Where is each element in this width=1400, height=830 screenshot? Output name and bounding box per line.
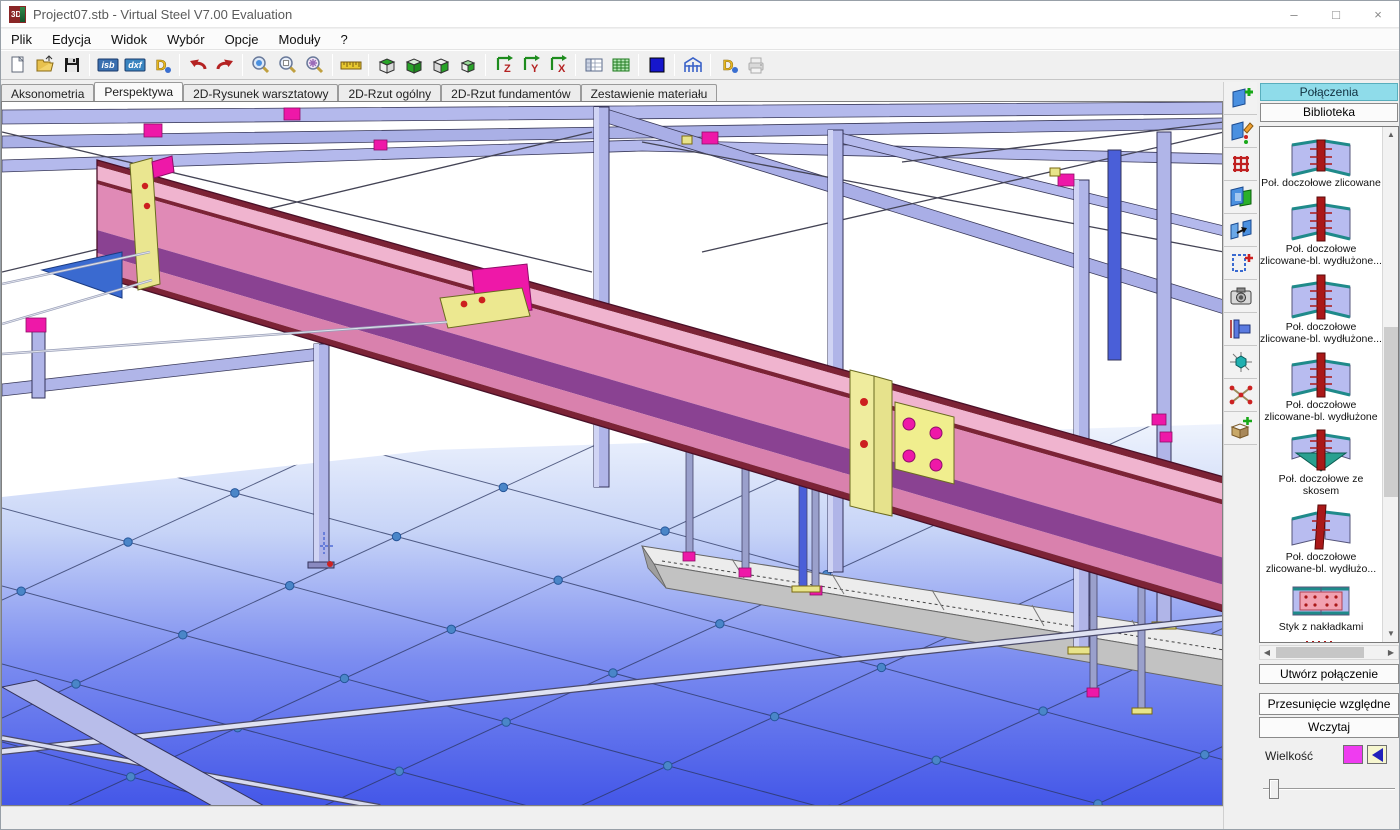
maximize-button[interactable]: □ [1315, 1, 1357, 27]
library-item-5[interactable]: Poł. doczołowe ze skosem [1260, 423, 1382, 497]
connection-library-list: Poł. doczołowe zlicowane Poł. doczołowe … [1259, 126, 1399, 643]
window-title: Project07.stb - Virtual Steel V7.00 Eval… [33, 7, 292, 22]
table-plain-icon[interactable] [580, 52, 607, 78]
library-item-6[interactable]: Poł. doczołowe zlicowane-bl. wydłużo... [1260, 497, 1382, 575]
background-color-icon[interactable] [643, 52, 670, 78]
minimize-button[interactable]: – [1273, 1, 1315, 27]
library-item-4[interactable]: Poł. doczołowe zlicowane-bl. wydłużone [1260, 345, 1382, 423]
add-element-icon[interactable] [1224, 82, 1257, 115]
view-plane-z-icon[interactable]: Z [490, 52, 517, 78]
magenta-color-swatch[interactable] [1343, 745, 1363, 764]
size-slider[interactable] [1263, 779, 1395, 799]
svg-text:Y: Y [531, 63, 539, 75]
polaczenia-button[interactable]: Połączenia [1260, 83, 1398, 101]
library-item-2[interactable]: Poł. doczołowe zlicowane-bl. wydłużone..… [1260, 189, 1382, 267]
tab-2d-rzut-fundamentow[interactable]: 2D-Rzut fundamentów [441, 84, 580, 101]
export-dxf-icon[interactable]: dxf [121, 52, 148, 78]
status-bar [1, 806, 1223, 830]
bracing-icon[interactable] [1224, 379, 1257, 412]
node-icon[interactable] [1224, 346, 1257, 379]
copy-element-icon[interactable] [1224, 181, 1257, 214]
scroll-right-icon[interactable]: ▶ [1384, 646, 1398, 659]
library-item-8[interactable] [1260, 633, 1382, 643]
zoom-out-icon[interactable] [274, 52, 301, 78]
wielkosc-label: Wielkość [1265, 749, 1313, 763]
scroll-down-icon[interactable]: ▼ [1383, 626, 1399, 642]
close-button[interactable]: × [1357, 1, 1399, 27]
connection-plate-icon[interactable] [1224, 313, 1257, 346]
table-green-icon[interactable] [607, 52, 634, 78]
measure-ruler-icon[interactable] [337, 52, 364, 78]
tab-2d-rysunek-warsztatowy[interactable]: 2D-Rysunek warsztatowy [183, 84, 338, 101]
edit-element-icon[interactable] [1224, 115, 1257, 148]
arrow-color-swatch[interactable] [1367, 745, 1387, 764]
view-cube-side-icon[interactable] [427, 52, 454, 78]
add-detail-icon[interactable] [1224, 247, 1257, 280]
undo-icon[interactable] [184, 52, 211, 78]
przesuniecie-wzgledne-button[interactable]: Przesunięcie względne [1259, 693, 1399, 715]
library-item-7[interactable]: Styk z nakładkami [1260, 575, 1382, 633]
utworz-polaczenie-button[interactable]: Utwórz połączenie [1259, 664, 1399, 684]
menu-bar: Plik Edycja Widok Wybór Opcje Moduły ? [1, 29, 1399, 50]
grid-icon[interactable] [1224, 148, 1257, 181]
menu-opcje[interactable]: Opcje [215, 30, 269, 49]
new-file-icon[interactable] [4, 52, 31, 78]
save-icon[interactable] [58, 52, 85, 78]
library-item-3[interactable]: Poł. doczołowe zlicowane-bl. wydłużone..… [1260, 267, 1382, 345]
snapshot-camera-icon[interactable] [1224, 280, 1257, 313]
add-object-icon[interactable] [1224, 412, 1257, 445]
tab-perspektywa[interactable]: Perspektywa [94, 82, 183, 101]
zoom-extents-icon[interactable] [301, 52, 328, 78]
menu-wybor[interactable]: Wybór [157, 30, 214, 49]
app-icon: 3D [9, 6, 26, 23]
svg-text:isb: isb [101, 60, 115, 70]
svg-text:D: D [722, 57, 733, 74]
app-window: 3D Project07.stb - Virtual Steel V7.00 E… [0, 0, 1400, 830]
side-toolbar [1223, 82, 1257, 830]
svg-text:D: D [155, 57, 166, 74]
print-icon[interactable] [742, 52, 769, 78]
menu-help[interactable]: ? [330, 30, 357, 49]
menu-widok[interactable]: Widok [101, 30, 157, 49]
svg-text:Z: Z [504, 63, 511, 75]
menu-moduly[interactable]: Moduły [269, 30, 331, 49]
view-cube-iso-icon[interactable] [454, 52, 481, 78]
triangle-left-icon [1372, 748, 1383, 762]
zoom-window-icon[interactable] [247, 52, 274, 78]
wczytaj-button[interactable]: Wczytaj [1259, 717, 1399, 738]
tab-aksonometria[interactable]: Aksonometria [1, 84, 94, 101]
main-toolbar: isb dxf D [1, 50, 1399, 80]
connections-panel: Połączenia Biblioteka Poł. doczołowe zli… [1257, 81, 1400, 830]
library-item-1[interactable]: Poł. doczołowe zlicowane [1260, 127, 1382, 189]
svg-text:dxf: dxf [128, 60, 143, 70]
scroll-left-icon[interactable]: ◀ [1260, 646, 1274, 659]
3d-viewport[interactable] [1, 101, 1223, 806]
scroll-up-icon[interactable]: ▲ [1383, 127, 1399, 143]
svg-text:X: X [558, 63, 566, 75]
menu-edycja[interactable]: Edycja [42, 30, 101, 49]
biblioteka-button[interactable]: Biblioteka [1260, 103, 1398, 122]
open-file-icon[interactable] [31, 52, 58, 78]
import-isb-icon[interactable]: isb [94, 52, 121, 78]
tab-zestawienie-materialu[interactable]: Zestawienie materiału [581, 84, 718, 101]
view-plane-x-icon[interactable]: X [544, 52, 571, 78]
open-drawing-icon[interactable]: D [148, 52, 175, 78]
title-bar: 3D Project07.stb - Virtual Steel V7.00 E… [1, 1, 1399, 28]
move-element-icon[interactable] [1224, 214, 1257, 247]
frame-3d-icon[interactable] [679, 52, 706, 78]
library-vertical-scrollbar[interactable]: ▲ ▼ [1382, 127, 1398, 642]
view-cube-solid-icon[interactable] [400, 52, 427, 78]
menu-plik[interactable]: Plik [1, 30, 42, 49]
tab-2d-rzut-ogolny[interactable]: 2D-Rzut ogólny [338, 84, 441, 101]
view-plane-y-icon[interactable]: Y [517, 52, 544, 78]
drawing-d-icon[interactable]: D [715, 52, 742, 78]
slider-handle[interactable] [1269, 779, 1279, 799]
view-cube-top-icon[interactable] [373, 52, 400, 78]
library-horizontal-scrollbar[interactable]: ◀ ▶ [1259, 645, 1399, 660]
view-tabs: Aksonometria Perspektywa 2D-Rysunek wars… [1, 82, 1223, 101]
redo-icon[interactable] [211, 52, 238, 78]
